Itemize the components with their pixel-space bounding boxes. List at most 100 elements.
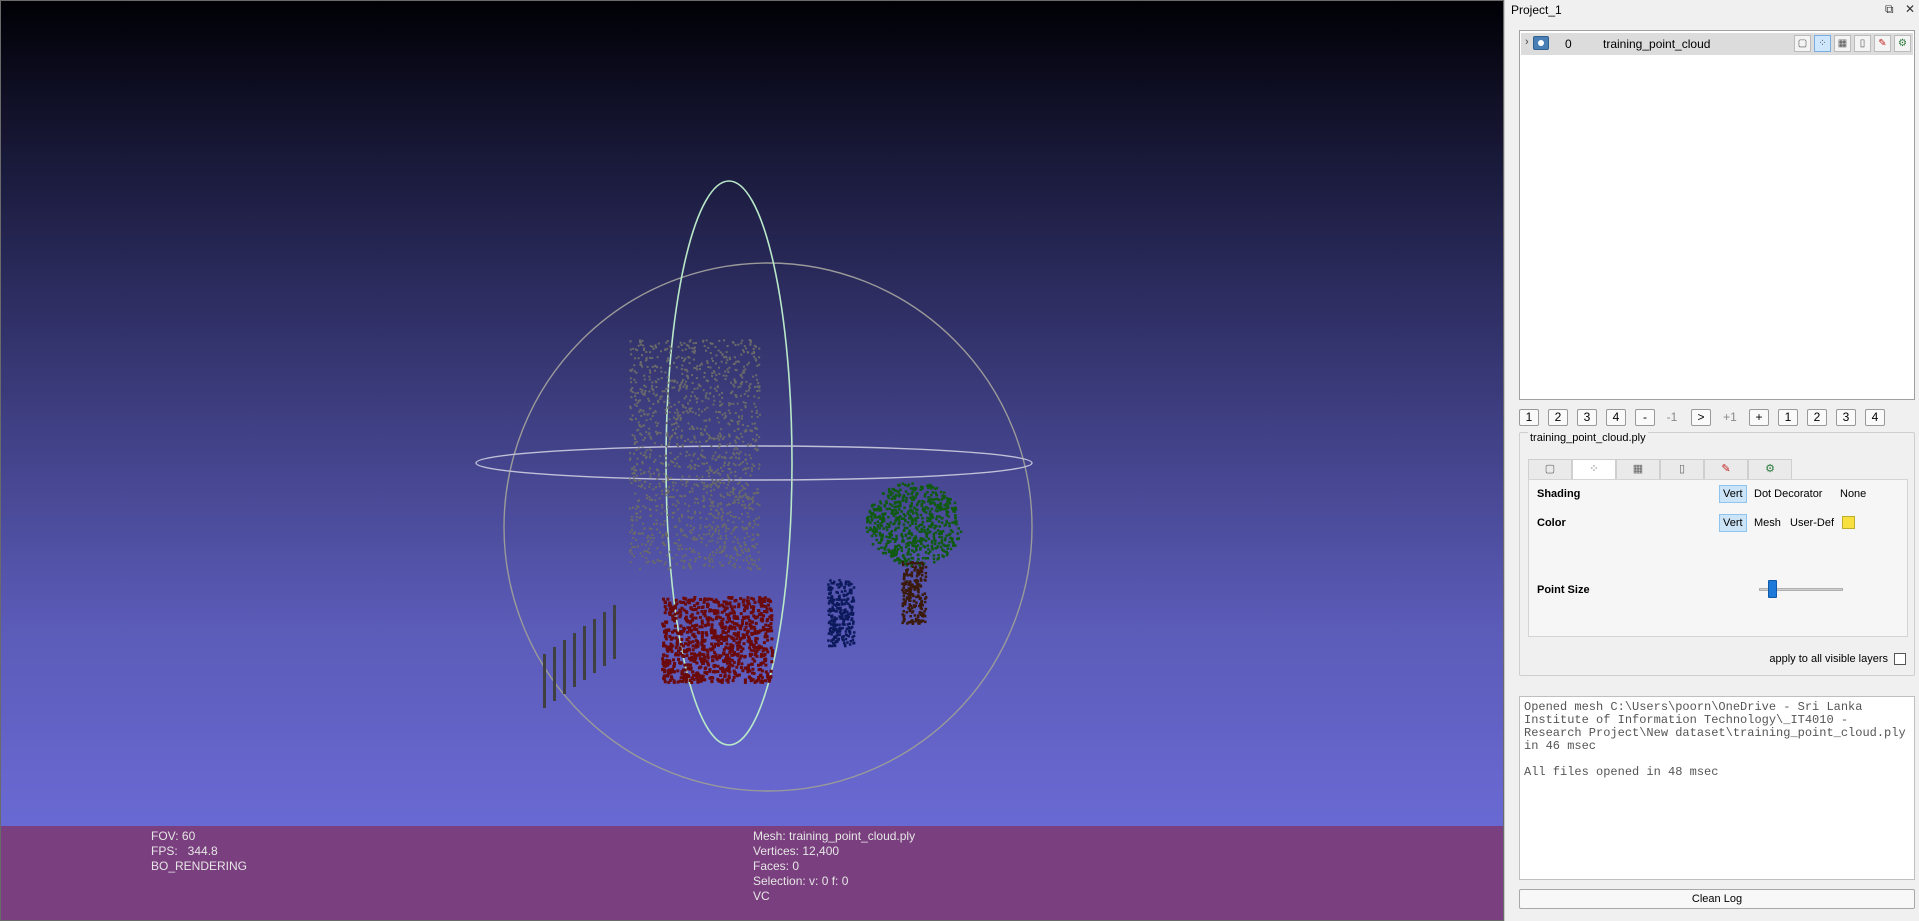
point [917, 618, 920, 622]
point [686, 648, 690, 652]
point [690, 652, 693, 656]
point [894, 493, 898, 497]
point [953, 501, 957, 505]
point [849, 640, 852, 643]
point [696, 368, 699, 371]
color-vert-option[interactable]: Vert [1719, 514, 1747, 532]
point [650, 528, 653, 530]
color-user-def-option[interactable]: User-Def [1787, 515, 1837, 531]
point [751, 501, 754, 504]
page-2-button[interactable]: 2 [1548, 409, 1568, 426]
point [916, 516, 920, 519]
point [741, 504, 743, 507]
tab-settings[interactable]: ⚙ [1748, 459, 1792, 479]
point [684, 534, 687, 536]
brush-icon[interactable]: ✎ [1874, 35, 1891, 52]
plus-button[interactable]: + [1749, 409, 1769, 426]
point [721, 353, 724, 356]
trackball-sphere[interactable] [503, 262, 1033, 792]
page-1-button[interactable]: 1 [1519, 409, 1539, 426]
wire-icon[interactable]: ▦ [1834, 35, 1851, 52]
minus-button[interactable]: - [1635, 409, 1655, 426]
tab-texture[interactable]: ▯ [1660, 459, 1704, 479]
minus-one-button[interactable]: -1 [1659, 409, 1685, 426]
point [914, 585, 917, 588]
expand-arrow-icon[interactable]: › [1525, 36, 1529, 48]
point [685, 454, 688, 457]
plus-one-button[interactable]: +1 [1717, 409, 1743, 426]
point [743, 655, 747, 659]
tab-points[interactable]: ⁘ [1572, 459, 1616, 479]
point [756, 364, 759, 367]
float-panel-icon[interactable]: ⧉ [1885, 2, 1894, 16]
point [659, 531, 661, 534]
point [709, 505, 712, 507]
layer-row[interactable]: › 0 training_point_cloud ▢ ⁘ ▦ ▯ ✎ ⚙ [1521, 33, 1913, 55]
3d-viewport[interactable]: FOV: 60 FPS: 344.8 BO_RENDERING Mesh: tr… [0, 0, 1504, 921]
point [734, 470, 737, 473]
point [698, 477, 701, 480]
point [639, 510, 642, 513]
shading-none-option[interactable]: None [1837, 486, 1869, 502]
page-2b-button[interactable]: 2 [1807, 409, 1827, 426]
layer-list[interactable]: › 0 training_point_cloud ▢ ⁘ ▦ ▯ ✎ ⚙ [1519, 30, 1915, 400]
point [654, 458, 657, 461]
point [742, 615, 745, 619]
point [721, 391, 723, 394]
point [667, 611, 671, 615]
shading-vert-option[interactable]: Vert [1719, 485, 1747, 503]
point [639, 343, 642, 346]
point [727, 664, 731, 668]
shading-dot-decorator-option[interactable]: Dot Decorator [1751, 486, 1825, 502]
point [728, 651, 732, 655]
box-icon[interactable]: ▢ [1794, 35, 1811, 52]
point [649, 435, 652, 438]
point [672, 665, 676, 668]
point [737, 501, 740, 504]
point [923, 600, 927, 604]
point-size-slider-handle[interactable] [1767, 580, 1777, 598]
apply-all-checkbox[interactable] [1894, 653, 1906, 665]
layer-name[interactable]: training_point_cloud [1603, 37, 1710, 51]
scene-canvas[interactable] [1, 1, 1504, 826]
color-mesh-option[interactable]: Mesh [1751, 515, 1784, 531]
point [700, 633, 704, 637]
point [647, 560, 650, 563]
point [909, 504, 912, 508]
trackball-horizontal-ring[interactable] [475, 445, 1033, 481]
points-icon[interactable]: ⁘ [1814, 35, 1831, 52]
point [691, 537, 694, 540]
point [902, 610, 905, 613]
log-output[interactable]: Opened mesh C:\Users\poorn\OneDrive - Sr… [1519, 696, 1915, 880]
clean-log-button[interactable]: Clean Log [1519, 889, 1915, 909]
page-4-button[interactable]: 4 [1606, 409, 1626, 426]
settings-icon[interactable]: ⚙ [1894, 35, 1911, 52]
user-color-swatch[interactable] [1842, 516, 1855, 529]
point [885, 535, 888, 539]
point [925, 511, 928, 514]
tab-box[interactable]: ▢ [1528, 459, 1572, 479]
visibility-eye-icon[interactable] [1533, 36, 1549, 50]
point [694, 672, 698, 676]
page-3-button[interactable]: 3 [1577, 409, 1597, 426]
tab-brush[interactable]: ✎ [1704, 459, 1748, 479]
point [723, 464, 725, 467]
next-button[interactable]: > [1691, 409, 1711, 426]
point [681, 429, 683, 432]
point [688, 408, 691, 411]
point [901, 535, 904, 539]
close-panel-icon[interactable]: ✕ [1905, 2, 1915, 16]
point [648, 498, 651, 501]
tab-wire[interactable]: ▦ [1616, 459, 1660, 479]
point [749, 343, 752, 346]
point [631, 391, 634, 393]
point [753, 659, 757, 663]
point [669, 351, 671, 354]
page-3b-button[interactable]: 3 [1836, 409, 1856, 426]
page-4b-button[interactable]: 4 [1865, 409, 1885, 426]
point [701, 537, 704, 540]
texture-icon[interactable]: ▯ [1854, 35, 1871, 52]
point [717, 511, 720, 514]
page-1b-button[interactable]: 1 [1778, 409, 1798, 426]
point [648, 496, 651, 499]
